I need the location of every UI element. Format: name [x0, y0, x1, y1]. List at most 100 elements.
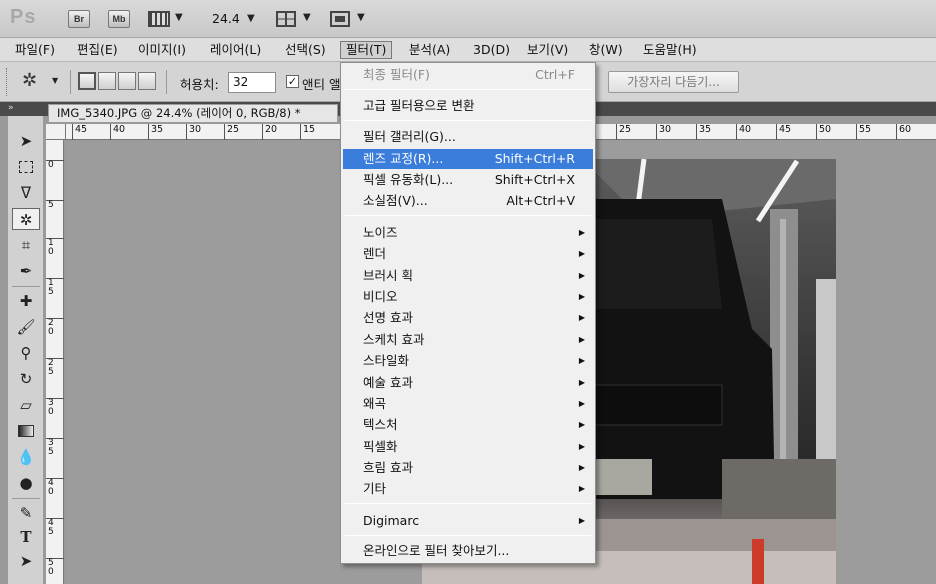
divider [12, 498, 40, 499]
ruler-label: 20 [262, 124, 277, 140]
ruler-label: 1 0 [46, 238, 64, 257]
vanishing-point-item[interactable]: 소실점(V)... Alt+Ctrl+V [343, 191, 593, 211]
submenu-arrow-icon: ▶ [578, 420, 585, 429]
eyedropper-tool-icon[interactable]: ✒ [12, 260, 40, 282]
submenu-arrow-icon: ▶ [578, 378, 585, 387]
ruler-label: 35 [148, 124, 163, 140]
lens-correction-item[interactable]: 렌즈 교정(R)... Shift+Ctrl+R [343, 149, 593, 169]
submenu-artistic[interactable]: 예술 효과 ▶ [343, 373, 593, 393]
submenu-stylize[interactable]: 스타일화 ▶ [343, 351, 593, 371]
submenu-arrow-icon: ▶ [578, 249, 585, 258]
path-selection-tool-icon[interactable]: ➤ [12, 550, 40, 572]
antialias-checkbox[interactable]: ✓ [286, 75, 299, 88]
submenu-video[interactable]: 비디오 ▶ [343, 287, 593, 307]
menu-3d[interactable]: 3D(D) [468, 41, 515, 59]
filter-menu: 최종 필터(F) Ctrl+F 고급 필터용으로 변환 필터 갤러리(G)...… [340, 62, 596, 564]
browse-filters-online-item[interactable]: 온라인으로 필터 찾아보기... [343, 541, 593, 561]
lasso-tool-icon[interactable]: ᐁ [12, 182, 40, 204]
menu-item-shortcut: Ctrl+F [535, 67, 575, 82]
bridge-button[interactable]: Br [68, 10, 90, 28]
history-brush-tool-icon[interactable]: ↻ [12, 368, 40, 390]
arrange-icon [276, 11, 296, 27]
submenu-other[interactable]: 기타 ▶ [343, 479, 593, 499]
vertical-ruler[interactable]: 0 5 1 0 1 5 2 0 2 5 3 0 3 5 4 0 4 5 5 0 [46, 140, 64, 584]
document-tab[interactable]: IMG_5340.JPG @ 24.4% (레이어 0, RGB/8) * [48, 104, 338, 122]
magic-wand-tool-icon[interactable]: ✲ [12, 208, 40, 230]
submenu-arrow-icon: ▶ [578, 442, 585, 451]
ruler-origin[interactable] [46, 124, 66, 140]
tolerance-input[interactable]: 32 [228, 72, 276, 93]
ruler-label: 50 [816, 124, 831, 140]
menu-item-label: 픽셀 유동화(L)... [363, 172, 454, 187]
filter-gallery-item[interactable]: 필터 갤러리(G)... [343, 127, 593, 147]
menu-layer[interactable]: 레이어(L) [205, 41, 266, 59]
ruler-label: 1 5 [46, 278, 64, 297]
mini-bridge-button[interactable]: Mb [108, 10, 130, 28]
menu-item-label: 기타 [363, 481, 387, 496]
submenu-distort[interactable]: 왜곡 ▶ [343, 394, 593, 414]
move-tool-icon[interactable]: ➤ [12, 130, 40, 152]
new-selection-button[interactable] [78, 72, 96, 90]
intersect-selection-button[interactable] [138, 72, 156, 90]
submenu-sketch[interactable]: 스케치 효과 ▶ [343, 330, 593, 350]
submenu-digimarc[interactable]: Digimarc ▶ [343, 511, 593, 531]
subtract-selection-button[interactable] [118, 72, 136, 90]
menu-item-label: 렌즈 교정(R)... [363, 151, 444, 166]
crop-tool-icon[interactable]: ⌗ [12, 234, 40, 256]
submenu-render[interactable]: 렌더 ▶ [343, 244, 593, 264]
dodge-tool-icon[interactable]: ● [12, 472, 40, 494]
submenu-arrow-icon: ▶ [578, 292, 585, 301]
menu-view[interactable]: 보기(V) [522, 41, 573, 59]
convert-smart-filters-item[interactable]: 고급 필터용으로 변환 [343, 96, 593, 116]
gradient-tool-icon[interactable] [12, 420, 40, 442]
view-extras-dropdown[interactable]: ▼ [148, 9, 184, 29]
menu-item-shortcut: Alt+Ctrl+V [506, 193, 575, 208]
healing-brush-tool-icon[interactable]: ✚ [12, 290, 40, 312]
ruler-label: 4 5 [46, 518, 64, 537]
menu-select[interactable]: 선택(S) [280, 41, 331, 59]
menu-edit[interactable]: 편집(E) [72, 41, 123, 59]
menu-analysis[interactable]: 분석(A) [404, 41, 455, 59]
menu-item-label: 예술 효과 [363, 375, 413, 390]
arrange-documents-dropdown[interactable]: ▼ [276, 9, 316, 29]
ruler-label: 40 [736, 124, 751, 140]
eraser-tool-icon[interactable]: ▱ [12, 394, 40, 416]
type-tool-icon[interactable]: T [12, 526, 40, 548]
submenu-pixelate[interactable]: 픽셀화 ▶ [343, 437, 593, 457]
clone-stamp-tool-icon[interactable]: ⚲ [12, 342, 40, 364]
menu-item-label: 텍스처 [363, 417, 398, 432]
menu-filter[interactable]: 필터(T) [340, 41, 393, 59]
last-filter-item[interactable]: 최종 필터(F) Ctrl+F [343, 65, 593, 85]
chevron-down-icon[interactable]: ▼ [247, 13, 255, 24]
ruler-label: 0 [46, 160, 64, 170]
brush-tool-icon[interactable]: 🖌 [12, 316, 40, 338]
menu-help[interactable]: 도움말(H) [638, 41, 702, 59]
menu-window[interactable]: 창(W) [584, 41, 628, 59]
marquee-tool-icon[interactable] [12, 156, 40, 178]
menu-separator [345, 89, 591, 90]
ruler-label: 5 [46, 200, 64, 210]
add-selection-button[interactable] [98, 72, 116, 90]
menu-item-label: 선명 효과 [363, 310, 413, 325]
menu-bar: 파일(F) 편집(E) 이미지(I) 레이어(L) 선택(S) 필터(T) 분석… [0, 38, 936, 62]
refine-edge-button[interactable]: 가장자리 다듬기... [608, 71, 739, 93]
submenu-sharpen[interactable]: 선명 효과 ▶ [343, 308, 593, 328]
liquify-item[interactable]: 픽셀 유동화(L)... Shift+Ctrl+X [343, 170, 593, 190]
menu-image[interactable]: 이미지(I) [133, 41, 191, 59]
screen-mode-dropdown[interactable]: ▼ [330, 9, 370, 29]
submenu-texture[interactable]: 텍스처 ▶ [343, 415, 593, 435]
submenu-arrow-icon: ▶ [578, 399, 585, 408]
submenu-blur[interactable]: 흐림 효과 ▶ [343, 458, 593, 478]
submenu-brush-strokes[interactable]: 브러시 획 ▶ [343, 266, 593, 286]
grip-icon [6, 68, 8, 96]
menu-item-label: 흐림 효과 [363, 460, 413, 475]
submenu-noise[interactable]: 노이즈 ▶ [343, 223, 593, 243]
tool-preset-picker[interactable]: ✲ ▼ [22, 70, 62, 94]
film-icon [148, 11, 170, 27]
collapse-arrows-icon[interactable]: » [8, 102, 14, 115]
blur-tool-icon[interactable]: 💧 [12, 446, 40, 468]
pen-tool-icon[interactable]: ✎ [12, 502, 40, 524]
menu-file[interactable]: 파일(F) [10, 41, 60, 59]
chevron-down-icon: ▼ [52, 76, 59, 85]
zoom-level[interactable]: 24.4 [212, 11, 240, 26]
